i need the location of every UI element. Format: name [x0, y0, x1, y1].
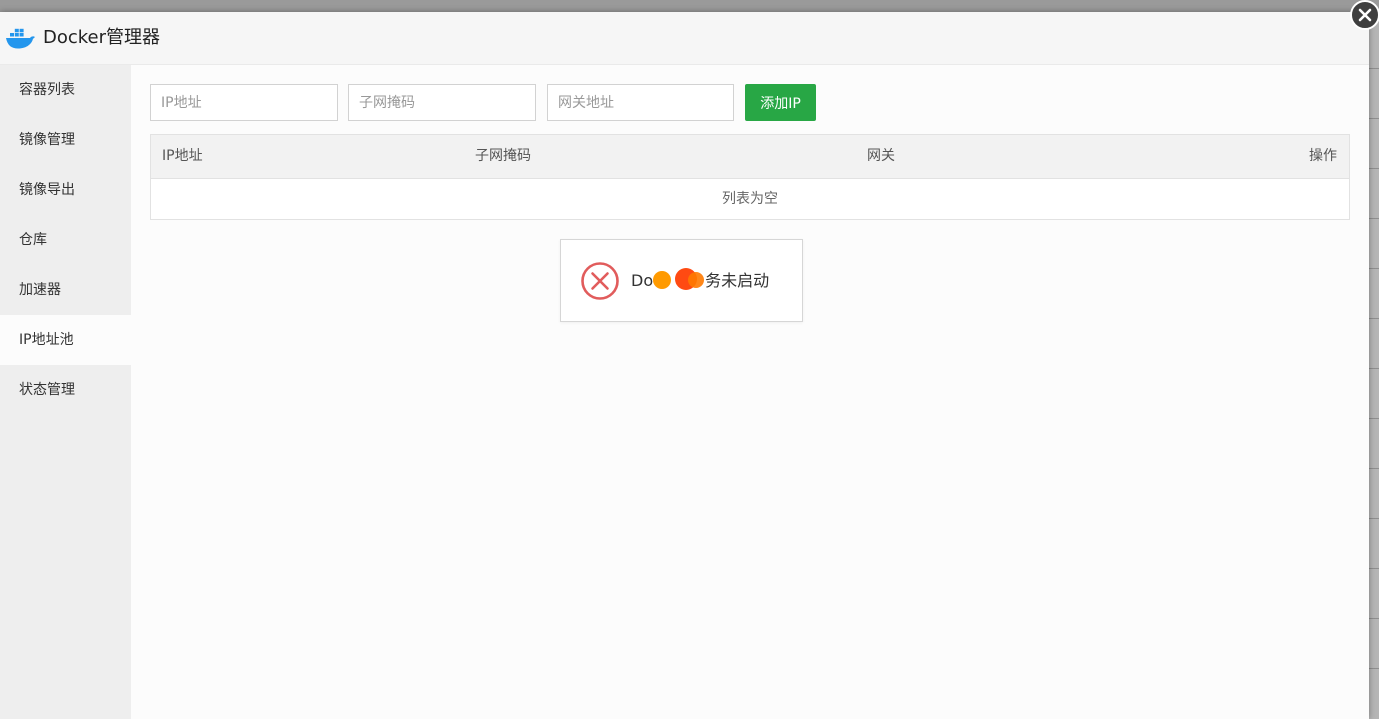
column-actions: 操作 — [1309, 148, 1337, 164]
gateway-input[interactable] — [547, 84, 734, 121]
table-header: IP地址 子网掩码 网关 操作 — [151, 135, 1349, 179]
dialog-titlebar[interactable]: Docker管理器 — [0, 12, 1369, 65]
docker-whale-icon — [6, 28, 35, 49]
sidebar-item-image-export[interactable]: 镜像导出 — [0, 165, 131, 215]
dialog-title: Docker管理器 — [43, 27, 161, 48]
add-ip-form: 添加IP — [150, 84, 1350, 121]
error-toast: Do 务未启动 — [560, 239, 803, 322]
redaction-mark — [653, 271, 671, 289]
toast-text-suffix: 务未启动 — [705, 271, 770, 290]
add-ip-button[interactable]: 添加IP — [745, 84, 816, 121]
ip-pool-panel: 添加IP IP地址 子网掩码 网关 操作 列表为空 — [150, 84, 1350, 220]
sidebar-item-ip-pool[interactable]: IP地址池 — [0, 315, 131, 365]
docker-manager-dialog: Docker管理器 容器列表 镜像管理 镜像导出 仓库 加速器 IP地址池 状态… — [0, 0, 1379, 719]
sidebar-item-accelerator[interactable]: 加速器 — [0, 265, 131, 315]
subnet-mask-input[interactable] — [348, 84, 536, 121]
close-icon — [1358, 8, 1372, 22]
ip-address-input[interactable] — [150, 84, 338, 121]
column-subnet: 子网掩码 — [475, 148, 531, 164]
redaction-mark — [688, 272, 704, 288]
ip-table: IP地址 子网掩码 网关 操作 列表为空 — [150, 134, 1350, 220]
sidebar: 容器列表 镜像管理 镜像导出 仓库 加速器 IP地址池 状态管理 — [0, 65, 131, 719]
sidebar-item-status[interactable]: 状态管理 — [0, 365, 131, 415]
sidebar-item-containers[interactable]: 容器列表 — [0, 65, 131, 115]
error-circle-icon — [581, 262, 619, 300]
empty-message: 列表为空 — [722, 191, 778, 207]
background-window-edge — [1369, 12, 1379, 719]
close-button[interactable] — [1350, 0, 1379, 30]
sidebar-item-repository[interactable]: 仓库 — [0, 215, 131, 265]
sidebar-item-images[interactable]: 镜像管理 — [0, 115, 131, 165]
column-gateway: 网关 — [867, 148, 895, 164]
toast-text-prefix: Do — [631, 271, 654, 290]
column-ip: IP地址 — [162, 148, 203, 164]
